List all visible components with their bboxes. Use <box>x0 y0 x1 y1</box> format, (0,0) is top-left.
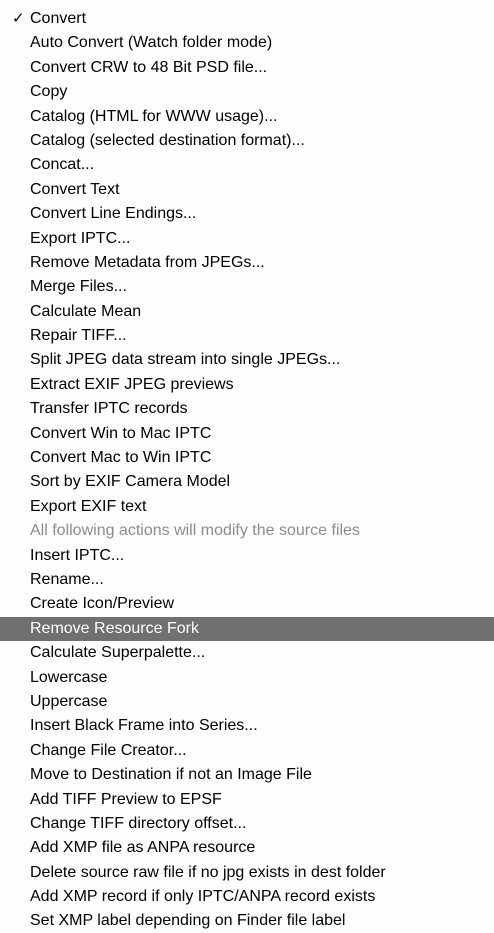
menu-item-label: Lowercase <box>30 668 108 686</box>
menu-item-label: Rename... <box>30 570 104 588</box>
menu-item-remove-resource-fork[interactable]: Remove Resource Fork <box>0 616 494 642</box>
menu-item-label: Convert Win to Mac IPTC <box>30 424 212 442</box>
menu-item-label: Convert Mac to Win IPTC <box>30 449 212 467</box>
menu-item-label: Catalog (HTML for WWW usage)... <box>30 107 278 125</box>
app-window-background: ✓ Convert Auto Convert (Watch folder mode)… <box>0 0 494 933</box>
menu-item-label: Copy <box>30 83 68 101</box>
menu-item-export-exif-text[interactable]: Export EXIF text <box>0 495 494 519</box>
menu-item-label: Convert CRW to 48 Bit PSD file... <box>30 58 268 76</box>
menu-item-label: Add TIFF Preview to EPSF <box>30 790 222 808</box>
menu-item-delete-source-raw-file-if-no-jpg-exists-in-dest-[interactable]: Delete source raw file if no jpg exists … <box>0 861 494 885</box>
menu-item-label: Set XMP label depending on Finder file l… <box>30 912 346 930</box>
menu-item-label: Extract EXIF JPEG previews <box>30 375 234 393</box>
action-popup-menu: ✓ Convert Auto Convert (Watch folder mode)… <box>0 0 494 933</box>
menu-item-lowercase[interactable]: Lowercase <box>0 666 494 690</box>
menu-item-label: Remove Metadata from JPEGs... <box>30 253 265 271</box>
menu-item-concat[interactable]: Concat... <box>0 153 494 177</box>
menu-item-label: All following actions will modify the so… <box>30 522 360 540</box>
menu-item-label: Export EXIF text <box>30 497 147 515</box>
menu-item-change-tiff-directory-offset[interactable]: Change TIFF directory offset... <box>0 812 494 836</box>
menu-item-sort-by-exif-camera-model[interactable]: Sort by EXIF Camera Model <box>0 470 494 494</box>
menu-item-label: Create Icon/Preview <box>30 595 175 613</box>
menu-item-export-iptc[interactable]: Export IPTC... <box>0 227 494 251</box>
menu-item-label: Change TIFF directory offset... <box>30 814 247 832</box>
menu-item-label: Calculate Mean <box>30 302 142 320</box>
menu-item-label: Remove Resource Fork <box>30 619 199 637</box>
menu-item-transfer-iptc-records[interactable]: Transfer IPTC records <box>0 397 494 421</box>
menu-item-convert-text[interactable]: Convert Text <box>0 178 494 202</box>
menu-item-remove-metadata-from-jpegs[interactable]: Remove Metadata from JPEGs... <box>0 251 494 275</box>
menu-item-label: Export IPTC... <box>30 229 131 247</box>
menu-item-split-jpeg-data-stream-into-single-jpegs[interactable]: Split JPEG data stream into single JPEGs… <box>0 348 494 372</box>
menu-item-label: Move to Destination if not an Image File <box>30 766 312 784</box>
menu-item-label: Concat... <box>30 156 95 174</box>
menu-item-calculate-superpalette[interactable]: Calculate Superpalette... <box>0 641 494 665</box>
menu-item-convert-win-to-mac-iptc[interactable]: Convert Win to Mac IPTC <box>0 422 494 446</box>
menu-item-add-tiff-preview-to-epsf[interactable]: Add TIFF Preview to EPSF <box>0 788 494 812</box>
menu-item-change-file-creator[interactable]: Change File Creator... <box>0 739 494 763</box>
menu-item-label: Calculate Superpalette... <box>30 644 206 662</box>
menu-item-label: Insert IPTC... <box>30 546 125 564</box>
menu-item-set-xmp-label-depending-on-finder-file-label[interactable]: Set XMP label depending on Finder file l… <box>0 909 494 933</box>
menu-item-move-to-destination-if-not-an-image-file[interactable]: Move to Destination if not an Image File <box>0 763 494 787</box>
menu-item-convert[interactable]: ✓ Convert <box>0 7 494 31</box>
menu-item-insert-iptc[interactable]: Insert IPTC... <box>0 544 494 568</box>
menu-item-add-xmp-record-if-only-iptc-anpa-record-exists[interactable]: Add XMP record if only IPTC/ANPA record … <box>0 885 494 909</box>
menu-item-label: Split JPEG data stream into single JPEGs… <box>30 351 341 369</box>
menu-item-label: Auto Convert (Watch folder mode) <box>30 34 273 52</box>
menu-item-convert-mac-to-win-iptc[interactable]: Convert Mac to Win IPTC <box>0 446 494 470</box>
menu-item-add-xmp-file-as-anpa-resource[interactable]: Add XMP file as ANPA resource <box>0 836 494 860</box>
menu-item-label: Convert Text <box>30 180 120 198</box>
menu-item-convert-crw-to-48-bit-psd-file[interactable]: Convert CRW to 48 Bit PSD file... <box>0 56 494 80</box>
menu-item-auto-convert-watch-folder-mode[interactable]: Auto Convert (Watch folder mode) <box>0 31 494 55</box>
menu-item-label: Uppercase <box>30 692 108 710</box>
menu-item-insert-black-frame-into-series[interactable]: Insert Black Frame into Series... <box>0 714 494 738</box>
menu-item-uppercase[interactable]: Uppercase <box>0 690 494 714</box>
menu-item-rename[interactable]: Rename... <box>0 568 494 592</box>
menu-item-label: Transfer IPTC records <box>30 400 188 418</box>
menu-item-label: Add XMP record if only IPTC/ANPA record … <box>30 888 376 906</box>
menu-item-label: Delete source raw file if no jpg exists … <box>30 863 386 881</box>
menu-item-label: Convert <box>30 10 87 27</box>
menu-section-note: All following actions will modify the so… <box>0 519 494 543</box>
menu-item-create-icon-preview[interactable]: Create Icon/Preview <box>0 592 494 616</box>
menu-item-label: Insert Black Frame into Series... <box>30 717 258 735</box>
menu-item-copy[interactable]: Copy <box>0 80 494 104</box>
menu-item-calculate-mean[interactable]: Calculate Mean <box>0 300 494 324</box>
menu-item-label: Merge Files... <box>30 278 127 296</box>
checkmark-icon: ✓ <box>12 10 25 27</box>
menu-item-merge-files[interactable]: Merge Files... <box>0 275 494 299</box>
menu-item-label: Convert Line Endings... <box>30 205 197 223</box>
menu-item-convert-line-endings[interactable]: Convert Line Endings... <box>0 202 494 226</box>
menu-item-repair-tiff[interactable]: Repair TIFF... <box>0 324 494 348</box>
menu-item-label: Sort by EXIF Camera Model <box>30 473 231 491</box>
menu-item-label: Change File Creator... <box>30 741 187 759</box>
menu-item-label: Catalog (selected destination format)... <box>30 131 305 149</box>
menu-item-label: Repair TIFF... <box>30 327 127 345</box>
menu-item-extract-exif-jpeg-previews[interactable]: Extract EXIF JPEG previews <box>0 373 494 397</box>
menu-item-catalog-html-for-www-usage[interactable]: Catalog (HTML for WWW usage)... <box>0 105 494 129</box>
menu-item-label: Add XMP file as ANPA resource <box>30 839 256 857</box>
menu-item-catalog-selected-destination-format[interactable]: Catalog (selected destination format)... <box>0 129 494 153</box>
